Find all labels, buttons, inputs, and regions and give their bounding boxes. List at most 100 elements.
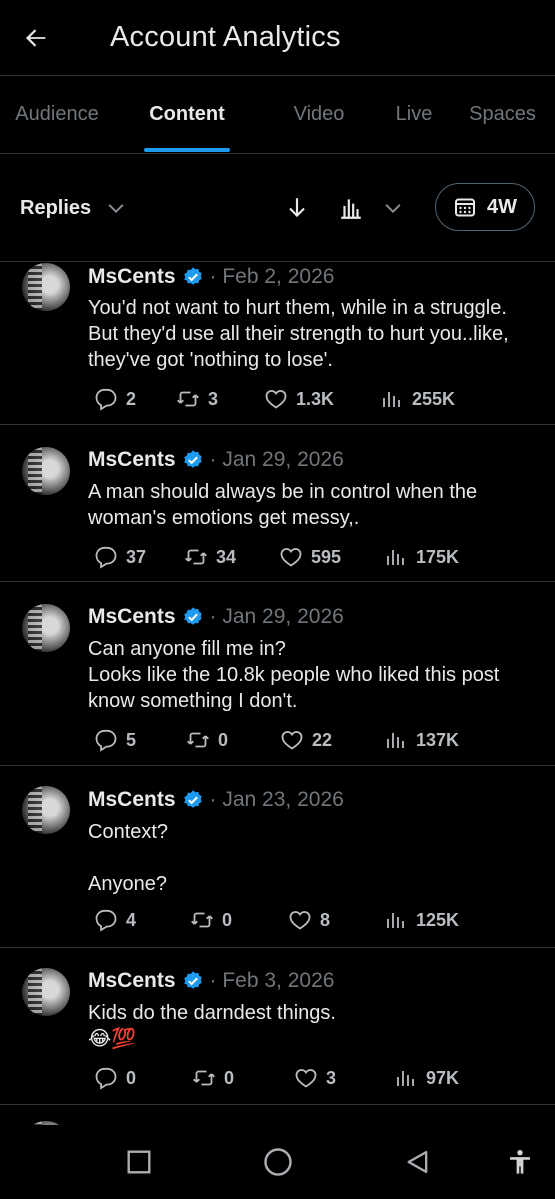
- avatar: [22, 968, 70, 1016]
- verified-badge-icon: [182, 266, 204, 288]
- repost-count: 0: [224, 1067, 235, 1088]
- heart-icon: [265, 390, 287, 409]
- reply-icon: [95, 1067, 117, 1090]
- reply-count: 0: [126, 1067, 137, 1088]
- views-button[interactable]: 125K: [384, 908, 459, 932]
- repost-button[interactable]: 0: [192, 1066, 234, 1090]
- date-range-button[interactable]: 4W: [435, 183, 535, 231]
- date-range-label: 4W: [487, 195, 517, 218]
- views-count: 255K: [412, 388, 456, 409]
- post-date: · Feb 2, 2026: [209, 265, 335, 288]
- square-icon: [127, 1150, 151, 1174]
- post-text: You'd not want to hurt them, while in a …: [88, 297, 509, 371]
- reply-icon: [95, 909, 117, 932]
- tab-live[interactable]: Live: [378, 76, 450, 153]
- views-count: 137K: [416, 729, 460, 750]
- views-button[interactable]: 255K: [380, 387, 455, 411]
- views-button[interactable]: 97K: [394, 1066, 459, 1090]
- reply-button[interactable]: 37: [94, 545, 146, 569]
- filter-bar: Replies 4W: [0, 154, 555, 262]
- author-name: MsCents: [88, 969, 176, 992]
- heart-icon: [280, 548, 302, 567]
- triangle-back-icon: [407, 1150, 428, 1174]
- like-button[interactable]: 595: [279, 545, 341, 569]
- post-item[interactable]: MsCents · Jan 29, 2026 Can anyone fill m…: [0, 582, 555, 766]
- views-button[interactable]: 175K: [384, 545, 459, 569]
- metric-dropdown[interactable]: [338, 154, 404, 262]
- post-actions: 4 0 8 125K: [94, 908, 534, 936]
- recents-button[interactable]: [113, 1125, 165, 1199]
- author-name: MsCents: [88, 448, 176, 471]
- reply-count: 2: [126, 388, 137, 409]
- bar-chart-icon: [341, 199, 361, 219]
- post-actions: 2 3 1.3K 255K: [94, 387, 534, 415]
- like-button[interactable]: 3: [294, 1066, 336, 1090]
- post-actions: 5 0 22 137K: [94, 728, 534, 756]
- home-button[interactable]: [250, 1125, 306, 1199]
- post-text: Can anyone fill me in? Looks like the 10…: [88, 638, 500, 712]
- like-button[interactable]: 1.3K: [264, 387, 334, 411]
- tab-video[interactable]: Video: [260, 76, 378, 153]
- tab-audience[interactable]: Audience: [0, 76, 114, 153]
- post-item[interactable]: MsCents · Jan 29, 2026 A man should alwa…: [0, 425, 555, 582]
- author-name: MsCents: [88, 605, 176, 628]
- repost-icon: [185, 549, 207, 565]
- repost-count: 0: [222, 909, 233, 930]
- post-date: · Feb 3, 2026: [209, 969, 335, 992]
- post-item[interactable]: MsCents · Feb 3, 2026 Kids do the darnde…: [0, 948, 555, 1105]
- arrow-left-icon: [25, 28, 46, 47]
- tab-spaces[interactable]: Spaces: [450, 76, 555, 153]
- post-text: Context? Anyone?: [88, 821, 169, 895]
- content-type-dropdown[interactable]: Replies: [20, 154, 127, 262]
- avatar: [22, 447, 70, 495]
- system-nav-bar: [0, 1125, 555, 1199]
- post-text: A man should always be in control when t…: [88, 481, 478, 529]
- author-name: MsCents: [88, 265, 176, 288]
- views-icon: [387, 913, 404, 928]
- reply-button[interactable]: 5: [94, 728, 136, 752]
- views-icon: [383, 392, 400, 407]
- repost-button[interactable]: 34: [184, 545, 236, 569]
- post-date: · Jan 29, 2026: [209, 448, 344, 471]
- sort-button[interactable]: [284, 154, 310, 262]
- like-button[interactable]: 8: [288, 908, 330, 932]
- like-count: 1.3K: [296, 388, 335, 409]
- repost-button[interactable]: 0: [186, 728, 228, 752]
- post-date: · Jan 23, 2026: [209, 788, 344, 811]
- repost-button[interactable]: 3: [176, 387, 218, 411]
- repost-icon: [193, 1070, 215, 1086]
- repost-button[interactable]: 0: [190, 908, 232, 932]
- content-type-label: Replies: [20, 196, 92, 219]
- verified-badge-icon: [182, 449, 204, 471]
- repost-icon: [191, 912, 213, 928]
- reply-button[interactable]: 0: [94, 1066, 136, 1090]
- reply-button[interactable]: 4: [94, 908, 136, 932]
- reply-button[interactable]: 2: [94, 387, 136, 411]
- post-header: MsCents · Feb 3, 2026: [88, 969, 334, 993]
- post-item[interactable]: MsCents · Feb 2, 2026 You'd not want to …: [0, 263, 555, 425]
- tab-content[interactable]: Content: [114, 76, 260, 153]
- reply-count: 37: [126, 546, 147, 567]
- post-date: · Jan 29, 2026: [209, 605, 344, 628]
- views-count: 125K: [416, 909, 460, 930]
- post-header: MsCents · Jan 29, 2026: [88, 448, 344, 472]
- reply-count: 5: [126, 729, 137, 750]
- like-count: 595: [311, 546, 342, 567]
- views-icon: [387, 550, 404, 565]
- like-button[interactable]: 22: [280, 728, 332, 752]
- reply-icon: [95, 388, 117, 411]
- chevron-down-icon: [385, 204, 401, 213]
- verified-badge-icon: [182, 789, 204, 811]
- like-count: 22: [312, 729, 333, 750]
- post-item[interactable]: MsCents · Jan 23, 2026 Context? Anyone? …: [0, 766, 555, 948]
- post-actions: 37 34 595 175K: [94, 545, 534, 573]
- views-icon: [397, 1071, 414, 1086]
- page-title: Account Analytics: [110, 21, 341, 53]
- system-back-button[interactable]: [392, 1125, 444, 1199]
- heart-icon: [295, 1069, 317, 1088]
- views-button[interactable]: 137K: [384, 728, 459, 752]
- views-icon: [387, 733, 404, 748]
- accessibility-button[interactable]: [496, 1125, 544, 1199]
- views-count: 175K: [416, 546, 460, 567]
- back-button[interactable]: [0, 0, 88, 76]
